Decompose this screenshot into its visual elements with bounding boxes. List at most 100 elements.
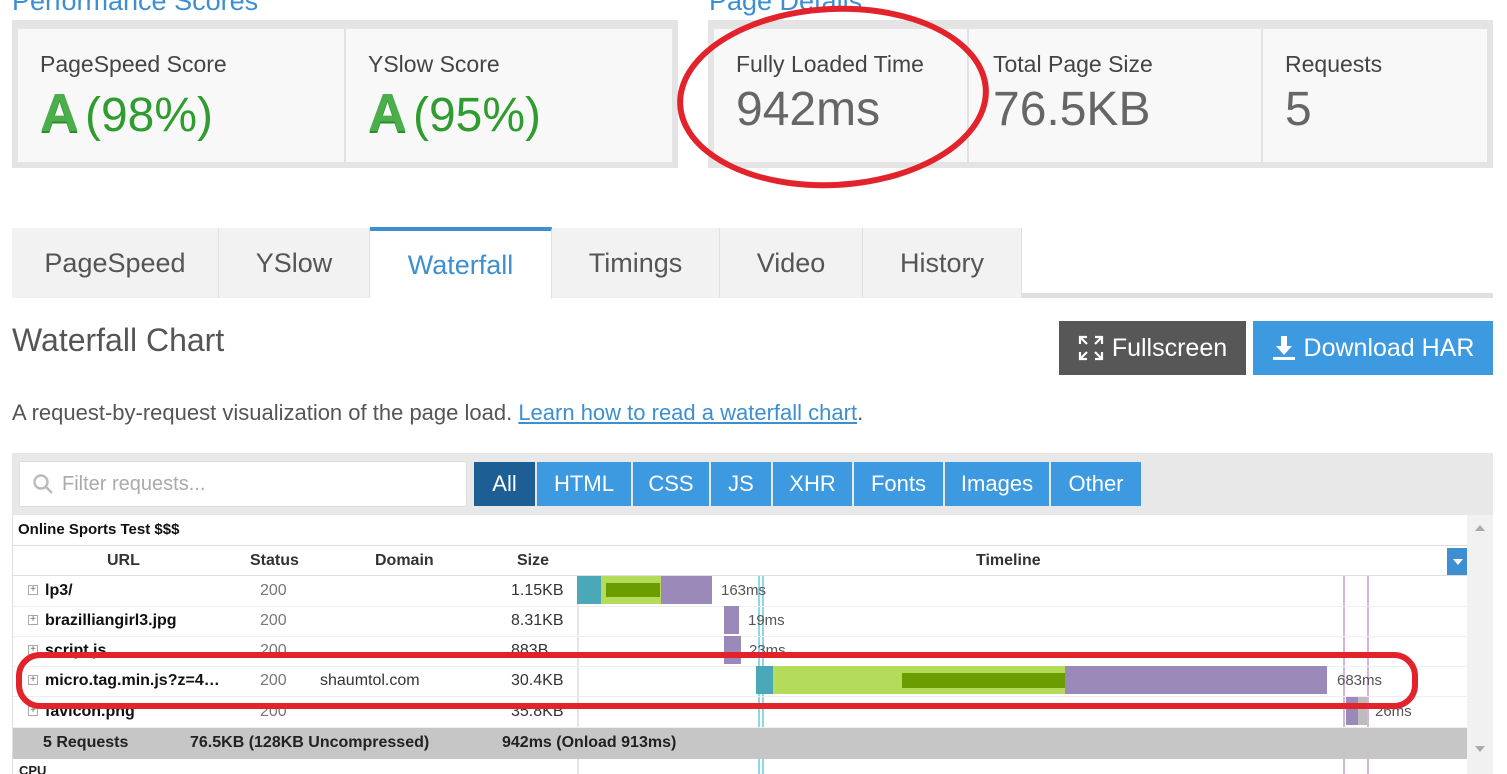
table-row[interactable]: + script.js 200 883B 23ms bbox=[13, 636, 1468, 667]
row-url: lp3/ bbox=[45, 582, 73, 599]
header-timeline[interactable]: Timeline bbox=[976, 552, 1041, 570]
bar-connect bbox=[577, 576, 601, 604]
pagespeed-score-label: PageSpeed Score bbox=[40, 51, 227, 77]
description-text: A request-by-request visualization of th… bbox=[12, 400, 519, 425]
fully-loaded-label: Fully Loaded Time bbox=[736, 51, 924, 77]
filter-requests-input[interactable]: Filter requests... bbox=[19, 461, 467, 507]
expand-icon[interactable]: + bbox=[28, 645, 38, 655]
requests-label: Requests bbox=[1285, 51, 1383, 77]
bar-receive bbox=[724, 636, 741, 664]
table-row[interactable]: + favicon.png 200 35.8KB 26ms bbox=[13, 697, 1468, 728]
row-status: 200 bbox=[260, 642, 287, 659]
summary-size: 76.5KB (128KB Uncompressed) bbox=[190, 734, 430, 751]
tab-history[interactable]: History bbox=[863, 228, 1022, 298]
filter-images[interactable]: Images bbox=[945, 462, 1051, 506]
tab-timings[interactable]: Timings bbox=[552, 228, 720, 298]
download-har-button[interactable]: Download HAR bbox=[1253, 321, 1493, 375]
bar-receive bbox=[661, 576, 712, 604]
table-row[interactable]: + lp3/ 200 1.15KB 163ms bbox=[13, 576, 1468, 607]
cpu-label: CPU bbox=[19, 763, 47, 774]
waterfall-table: Online Sports Test $$$ URL Status Domain… bbox=[12, 515, 1493, 774]
filter-bar: Filter requests... All HTML CSS JS XHR F… bbox=[12, 453, 1493, 515]
filter-css[interactable]: CSS bbox=[633, 462, 711, 506]
description-end: . bbox=[857, 400, 864, 425]
download-icon bbox=[1272, 336, 1295, 360]
pagespeed-grade: A bbox=[40, 83, 79, 143]
summary-requests: 5 Requests bbox=[43, 734, 129, 751]
yslow-score-value: A (95%) bbox=[368, 86, 672, 140]
row-status: 200 bbox=[260, 672, 287, 689]
learn-waterfall-link[interactable]: Learn how to read a waterfall chart bbox=[518, 400, 857, 425]
tab-video[interactable]: Video bbox=[720, 228, 863, 298]
header-domain[interactable]: Domain bbox=[375, 552, 434, 570]
row-timing: 683ms bbox=[1337, 672, 1383, 689]
filter-xhr[interactable]: XHR bbox=[773, 462, 854, 506]
row-timing: 23ms bbox=[749, 642, 786, 659]
fully-loaded-value: 942ms bbox=[736, 83, 881, 136]
filter-js[interactable]: JS bbox=[711, 462, 773, 506]
row-timing: 26ms bbox=[1375, 703, 1412, 720]
fully-loaded-time: Fully Loaded Time 942ms bbox=[714, 29, 969, 162]
table-scrollbar[interactable] bbox=[1467, 515, 1493, 774]
pagespeed-score-value: A (98%) bbox=[40, 86, 344, 140]
bar-ttfb bbox=[606, 583, 660, 597]
row-size: 1.15KB bbox=[511, 582, 564, 599]
row-url: script.js bbox=[45, 642, 107, 659]
page-details-panel: Fully Loaded Time 942ms Total Page Size … bbox=[708, 20, 1493, 168]
bar-connect bbox=[756, 666, 773, 694]
pagespeed-score: PageSpeed Score A (98%) bbox=[18, 29, 346, 162]
filter-other[interactable]: Other bbox=[1051, 462, 1143, 506]
page-details-title: Page Details bbox=[709, 0, 863, 16]
table-row[interactable]: + micro.tag.min.js?z=4… 200 shaumtol.com… bbox=[13, 666, 1468, 697]
fullscreen-button[interactable]: Fullscreen bbox=[1059, 321, 1246, 375]
test-name: Online Sports Test $$$ bbox=[18, 521, 180, 538]
filter-placeholder: Filter requests... bbox=[62, 472, 206, 495]
bar-ttfb bbox=[902, 673, 1065, 688]
expand-icon[interactable]: + bbox=[28, 585, 38, 595]
filter-fonts[interactable]: Fonts bbox=[854, 462, 945, 506]
bar-receive bbox=[724, 606, 739, 634]
expand-icon[interactable]: + bbox=[28, 706, 38, 716]
yslow-grade: A bbox=[368, 83, 407, 143]
requests-value: 5 bbox=[1285, 83, 1312, 136]
row-timing: 163ms bbox=[721, 582, 767, 599]
header-url[interactable]: URL bbox=[107, 552, 140, 570]
fullscreen-icon bbox=[1078, 335, 1103, 361]
tab-waterfall[interactable]: Waterfall bbox=[370, 227, 552, 299]
tab-pagespeed[interactable]: PageSpeed bbox=[12, 228, 219, 298]
row-domain: shaumtol.com bbox=[320, 672, 420, 689]
header-status[interactable]: Status bbox=[250, 552, 299, 570]
filter-html[interactable]: HTML bbox=[537, 462, 633, 506]
scroll-down-icon[interactable] bbox=[1475, 746, 1485, 752]
requests-count: Requests 5 bbox=[1263, 29, 1487, 162]
summary-time: 942ms (Onload 913ms) bbox=[502, 734, 677, 751]
row-status: 200 bbox=[260, 703, 287, 720]
performance-scores-title: Performance Scores bbox=[12, 0, 259, 16]
scroll-up-icon[interactable] bbox=[1475, 525, 1485, 531]
waterfall-chart-title: Waterfall Chart bbox=[12, 322, 225, 358]
timeline-dropdown-button[interactable] bbox=[1447, 548, 1468, 575]
fullscreen-label: Fullscreen bbox=[1111, 333, 1228, 362]
expand-icon[interactable]: + bbox=[28, 675, 38, 685]
expand-icon[interactable]: + bbox=[28, 615, 38, 625]
row-size: 883B bbox=[511, 642, 549, 659]
row-size: 35.8KB bbox=[511, 703, 564, 720]
performance-scores-panel: PageSpeed Score A (98%) YSlow Score A (95%… bbox=[12, 20, 678, 168]
table-header: URL Status Domain Size Timeline bbox=[13, 545, 1468, 576]
yslow-percent: (95%) bbox=[413, 89, 542, 142]
yslow-score: YSlow Score A (95%) bbox=[346, 29, 672, 162]
row-url: favicon.png bbox=[45, 703, 135, 720]
summary-row: 5 Requests 76.5KB (128KB Uncompressed) 9… bbox=[13, 728, 1468, 759]
yslow-score-label: YSlow Score bbox=[368, 51, 500, 77]
table-row[interactable]: + brazilliangirl3.jpg 200 8.31KB 19ms bbox=[13, 606, 1468, 637]
filter-all[interactable]: All bbox=[474, 462, 537, 506]
tab-yslow[interactable]: YSlow bbox=[219, 228, 370, 298]
row-url: micro.tag.min.js?z=4… bbox=[45, 672, 220, 689]
row-status: 200 bbox=[260, 612, 287, 629]
row-size: 8.31KB bbox=[511, 612, 564, 629]
bar-receive bbox=[1346, 697, 1358, 725]
report-tabs: PageSpeed YSlow Waterfall Timings Video … bbox=[12, 227, 1493, 299]
header-size[interactable]: Size bbox=[517, 552, 549, 570]
bar-blocked bbox=[1358, 697, 1367, 725]
pagespeed-percent: (98%) bbox=[85, 89, 214, 142]
